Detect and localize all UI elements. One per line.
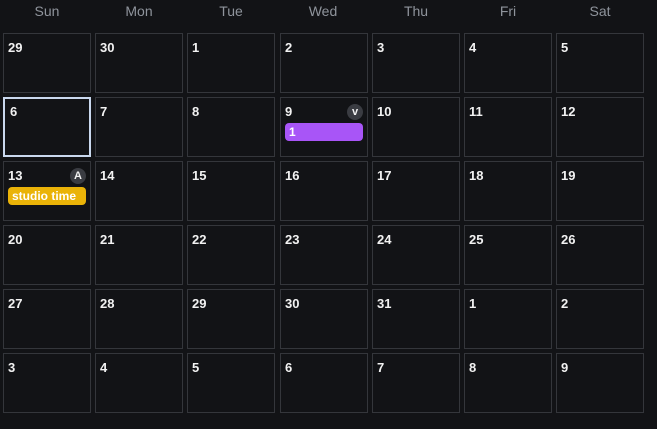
day-cell[interactable]: 15: [187, 161, 275, 221]
day-number: 12: [561, 104, 576, 119]
day-number: 20: [8, 232, 23, 247]
weekday-label-sat: Sat: [589, 3, 611, 19]
weekday-label-mon: Mon: [125, 3, 153, 19]
weekday-header: Sun Mon Tue Wed Thu Fri Sat: [0, 0, 657, 26]
day-number: 13: [8, 168, 23, 183]
day-cell[interactable]: 23: [280, 225, 368, 285]
day-number: 27: [8, 296, 23, 311]
day-number: 3: [377, 40, 385, 55]
day-number: 2: [561, 296, 569, 311]
day-number: 8: [469, 360, 477, 375]
day-number: 1: [469, 296, 477, 311]
user-avatar[interactable]: v: [347, 104, 363, 120]
weekday-label-thu: Thu: [403, 3, 429, 19]
day-number: 16: [285, 168, 300, 183]
month-calendar: Sun Mon Tue Wed Thu Fri Sat 29 30 1 2 3 4 5 6 7 8 9 v 1 10 1…: [0, 0, 657, 429]
weekday-label-sun: Sun: [34, 3, 60, 19]
day-number: 10: [377, 104, 392, 119]
day-cell[interactable]: 26: [556, 225, 644, 285]
day-cell[interactable]: 8: [464, 353, 552, 413]
day-cell[interactable]: 13 Astudio time: [3, 161, 91, 221]
day-number: 31: [377, 296, 392, 311]
day-number: 6: [10, 104, 18, 119]
day-cell[interactable]: 12: [556, 97, 644, 157]
day-cell[interactable]: 9: [556, 353, 644, 413]
day-number: 9: [561, 360, 569, 375]
day-number: 7: [377, 360, 385, 375]
day-cell[interactable]: 4: [464, 33, 552, 93]
day-cell[interactable]: 31: [372, 289, 460, 349]
day-number: 4: [469, 40, 477, 55]
day-cell[interactable]: 14: [95, 161, 183, 221]
day-cell[interactable]: 18: [464, 161, 552, 221]
day-cell[interactable]: 28: [95, 289, 183, 349]
day-cell[interactable]: 19: [556, 161, 644, 221]
day-cell[interactable]: 1: [187, 33, 275, 93]
day-number: 29: [192, 296, 207, 311]
day-cell[interactable]: 29: [187, 289, 275, 349]
day-cell[interactable]: 10: [372, 97, 460, 157]
day-number: 29: [8, 40, 23, 55]
day-cell[interactable]: 5: [556, 33, 644, 93]
day-cell[interactable]: 6: [280, 353, 368, 413]
day-number: 17: [377, 168, 392, 183]
day-cell[interactable]: 30: [95, 33, 183, 93]
day-cell[interactable]: 25: [464, 225, 552, 285]
day-number: 7: [100, 104, 108, 119]
day-number: 19: [561, 168, 576, 183]
day-number: 5: [561, 40, 569, 55]
day-cell[interactable]: 17: [372, 161, 460, 221]
day-cell[interactable]: 7: [95, 97, 183, 157]
day-number: 23: [285, 232, 300, 247]
day-number: 26: [561, 232, 576, 247]
day-number: 6: [285, 360, 293, 375]
event-chip[interactable]: 1: [285, 123, 363, 141]
event-chip[interactable]: studio time: [8, 187, 86, 205]
day-cell[interactable]: 4: [95, 353, 183, 413]
day-number: 28: [100, 296, 115, 311]
day-cell[interactable]: 9 v 1: [280, 97, 368, 157]
day-number: 5: [192, 360, 200, 375]
day-cell[interactable]: 2: [556, 289, 644, 349]
weekday-label-tue: Tue: [219, 3, 243, 19]
day-number: 11: [469, 104, 483, 119]
day-number: 8: [192, 104, 200, 119]
weekday-label-wed: Wed: [308, 3, 338, 19]
day-number: 18: [469, 168, 484, 183]
weekday-label-fri: Fri: [499, 3, 517, 19]
day-number: 21: [100, 232, 115, 247]
day-cell[interactable]: 7: [372, 353, 460, 413]
day-cell[interactable]: 20: [3, 225, 91, 285]
day-cell[interactable]: 29: [3, 33, 91, 93]
user-avatar[interactable]: A: [70, 168, 86, 184]
day-cell[interactable]: 8: [187, 97, 275, 157]
day-cell[interactable]: 3: [3, 353, 91, 413]
day-number: 30: [285, 296, 300, 311]
day-number: 30: [100, 40, 115, 55]
day-cell[interactable]: 27: [3, 289, 91, 349]
day-cell[interactable]: 24: [372, 225, 460, 285]
day-number: 15: [192, 168, 207, 183]
day-cell[interactable]: 11: [464, 97, 552, 157]
day-cell[interactable]: 21: [95, 225, 183, 285]
day-number: 4: [100, 360, 108, 375]
day-number: 14: [100, 168, 115, 183]
day-number: 25: [469, 232, 484, 247]
day-number: 2: [285, 40, 293, 55]
day-cell[interactable]: 22: [187, 225, 275, 285]
day-number: 9: [285, 104, 293, 119]
day-cell[interactable]: 1: [464, 289, 552, 349]
day-cell[interactable]: 3: [372, 33, 460, 93]
day-number: 22: [192, 232, 207, 247]
day-number: 24: [377, 232, 392, 247]
day-cell-selected[interactable]: 6: [3, 97, 91, 157]
day-cell[interactable]: 16: [280, 161, 368, 221]
day-number: 3: [8, 360, 16, 375]
day-cell[interactable]: 5: [187, 353, 275, 413]
day-cell[interactable]: 30: [280, 289, 368, 349]
day-number: 1: [192, 40, 200, 55]
day-cell[interactable]: 2: [280, 33, 368, 93]
